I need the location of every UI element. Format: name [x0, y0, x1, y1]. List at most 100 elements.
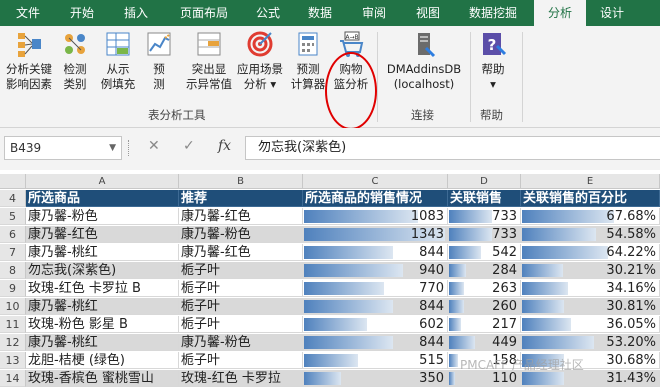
cell-selected-item[interactable]: 康乃馨-粉色	[26, 208, 179, 225]
column-header-b[interactable]: B	[179, 174, 303, 189]
header-cell-sales[interactable]: 所选商品的销售情况	[303, 190, 448, 207]
row-number[interactable]: 12	[0, 334, 26, 351]
cell-recommendation[interactable]: 栀子叶	[179, 280, 303, 297]
tab-design[interactable]: 设计	[592, 0, 632, 26]
enter-icon[interactable]: ✓	[183, 138, 195, 154]
cell-linked-sales[interactable]: 449	[448, 334, 521, 351]
column-header-e[interactable]: E	[521, 174, 660, 189]
cell-sales[interactable]: 844	[303, 244, 448, 261]
prediction-calculator-button[interactable]: 预测 计算器	[288, 30, 328, 92]
scenario-analysis-button[interactable]: 应用场景 分析 ▾	[234, 30, 286, 92]
cell-linked-sales[interactable]: 217	[448, 316, 521, 333]
tab-home[interactable]: 开始	[62, 0, 102, 26]
cell-recommendation[interactable]: 康乃馨-红色	[179, 244, 303, 261]
cell-selected-item[interactable]: 康乃馨-桃红	[26, 244, 179, 261]
column-header-d[interactable]: D	[448, 174, 521, 189]
data-bar	[304, 372, 341, 385]
row-number[interactable]: 4	[0, 190, 26, 207]
tab-analyze[interactable]: 分析	[534, 0, 586, 27]
cell-sales[interactable]: 350	[303, 370, 448, 387]
cell-linked-sales-percent[interactable]: 34.16%	[521, 280, 660, 297]
cell-linked-sales[interactable]: 542	[448, 244, 521, 261]
cell-selected-item[interactable]: 康乃馨-红色	[26, 226, 179, 243]
name-box[interactable]: B439 ▼	[4, 136, 122, 160]
row-number[interactable]: 9	[0, 280, 26, 297]
header-cell-linked-sales[interactable]: 关联销售	[448, 190, 521, 207]
cell-value: 64.22%	[606, 245, 656, 260]
tab-file[interactable]: 文件	[8, 0, 48, 26]
row-number[interactable]: 14	[0, 370, 26, 387]
row-number[interactable]: 10	[0, 298, 26, 315]
cell-linked-sales-percent[interactable]: 64.22%	[521, 244, 660, 261]
cell-sales[interactable]: 1343	[303, 226, 448, 243]
detect-categories-button[interactable]: 检测 类别	[58, 30, 92, 92]
formula-input[interactable]: 勿忘我(深紫色)	[245, 136, 660, 160]
forecast-button[interactable]: 预 测	[142, 30, 176, 92]
insert-function-icon[interactable]: fx	[218, 138, 231, 154]
cell-sales[interactable]: 940	[303, 262, 448, 279]
analyze-key-influencers-button[interactable]: 分析关键 影响因素	[2, 30, 56, 92]
row-number[interactable]: 6	[0, 226, 26, 243]
group-label-connection: 连接	[411, 108, 434, 122]
chevron-down-icon[interactable]: ▼	[109, 137, 116, 159]
tab-data-mining[interactable]: 数据挖掘	[460, 0, 526, 26]
cell-linked-sales[interactable]: 260	[448, 298, 521, 315]
cell-recommendation[interactable]: 栀子叶	[179, 352, 303, 369]
cell-recommendation[interactable]: 康乃馨-粉色	[179, 226, 303, 243]
cell-linked-sales[interactable]: 263	[448, 280, 521, 297]
cell-linked-sales-percent[interactable]: 36.05%	[521, 316, 660, 333]
cell-sales[interactable]: 844	[303, 334, 448, 351]
cell-recommendation[interactable]: 康乃馨-红色	[179, 208, 303, 225]
cell-linked-sales[interactable]: 733	[448, 208, 521, 225]
cell-recommendation[interactable]: 栀子叶	[179, 298, 303, 315]
column-header-a[interactable]: A	[26, 174, 179, 189]
cancel-icon[interactable]: ✕	[148, 138, 160, 154]
cell-linked-sales-percent[interactable]: 67.68%	[521, 208, 660, 225]
tab-formulas[interactable]: 公式	[248, 0, 288, 26]
table-row: 7 康乃馨-桃红 康乃馨-红色 844 542 64.22%	[0, 244, 660, 261]
tab-review[interactable]: 审阅	[354, 0, 394, 26]
highlight-exceptions-button[interactable]: 突出显 示异常值	[184, 30, 234, 92]
header-cell-linked-sales-percent[interactable]: 关联销售的百分比	[521, 190, 660, 207]
row-number[interactable]: 11	[0, 316, 26, 333]
cell-linked-sales[interactable]: 733	[448, 226, 521, 243]
tab-insert[interactable]: 插入	[116, 0, 156, 26]
tab-view[interactable]: 视图	[408, 0, 448, 26]
cell-selected-item[interactable]: 龙胆-桔梗 (绿色)	[26, 352, 179, 369]
connection-button[interactable]: DMAddinsDB (localhost)	[381, 30, 467, 92]
cell-recommendation[interactable]: 玫瑰-红色 卡罗拉	[179, 370, 303, 387]
tab-data[interactable]: 数据	[300, 0, 340, 26]
row-number[interactable]: 7	[0, 244, 26, 261]
cell-selected-item[interactable]: 玫瑰-粉色 影星 B	[26, 316, 179, 333]
cell-selected-item[interactable]: 勿忘我(深紫色)	[26, 262, 179, 279]
cell-sales[interactable]: 770	[303, 280, 448, 297]
tab-page-layout[interactable]: 页面布局	[170, 0, 238, 26]
header-cell-selected-item[interactable]: 所选商品	[26, 190, 179, 207]
fill-from-example-button[interactable]: 从示 例填充	[98, 30, 138, 92]
formula-bar-grip[interactable]	[128, 140, 131, 156]
cell-sales[interactable]: 515	[303, 352, 448, 369]
cell-sales[interactable]: 844	[303, 298, 448, 315]
cell-recommendation[interactable]: 栀子叶	[179, 316, 303, 333]
cell-selected-item[interactable]: 康乃馨-桃红	[26, 334, 179, 351]
cell-linked-sales-percent[interactable]: 30.81%	[521, 298, 660, 315]
highlight-annotation-oval	[325, 52, 377, 130]
help-button[interactable]: ? 帮助 ▾	[474, 30, 512, 92]
cell-linked-sales[interactable]: 284	[448, 262, 521, 279]
select-all-corner[interactable]	[0, 174, 26, 189]
cell-linked-sales-percent[interactable]: 30.21%	[521, 262, 660, 279]
cell-sales[interactable]: 1083	[303, 208, 448, 225]
row-number[interactable]: 8	[0, 262, 26, 279]
cell-linked-sales-percent[interactable]: 53.20%	[521, 334, 660, 351]
header-cell-recommendation[interactable]: 推荐	[179, 190, 303, 207]
cell-recommendation[interactable]: 康乃馨-粉色	[179, 334, 303, 351]
column-header-c[interactable]: C	[303, 174, 448, 189]
row-number[interactable]: 5	[0, 208, 26, 225]
row-number[interactable]: 13	[0, 352, 26, 369]
cell-selected-item[interactable]: 玫瑰-红色 卡罗拉 B	[26, 280, 179, 297]
cell-recommendation[interactable]: 栀子叶	[179, 262, 303, 279]
cell-selected-item[interactable]: 康乃馨-桃红	[26, 298, 179, 315]
cell-linked-sales-percent[interactable]: 54.58%	[521, 226, 660, 243]
cell-sales[interactable]: 602	[303, 316, 448, 333]
cell-selected-item[interactable]: 玫瑰-香槟色 蜜桃雪山	[26, 370, 179, 387]
